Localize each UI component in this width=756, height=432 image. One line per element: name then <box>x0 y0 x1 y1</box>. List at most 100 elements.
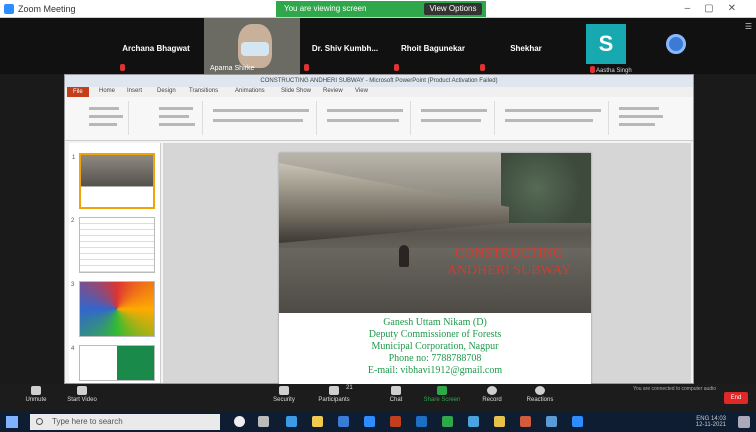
participant-count: 21 <box>346 385 353 391</box>
editing-group[interactable] <box>613 101 687 135</box>
mail-icon[interactable] <box>468 416 479 427</box>
participant-tile[interactable]: Dr. Shiv Kumbh... <box>300 18 390 74</box>
record-label: Record <box>482 397 502 403</box>
zoom-taskbar-icon[interactable] <box>364 416 375 427</box>
unmute-label: Unmute <box>25 397 47 403</box>
end-meeting-button[interactable]: End <box>724 392 748 404</box>
unmute-button[interactable]: Unmute <box>14 386 58 410</box>
avatar: S <box>586 24 626 64</box>
slide-photo: CONSTRUCTING ANDHERI SUBWAY <box>279 153 591 313</box>
participant-avatar-tile[interactable]: S Aastha Singh <box>576 18 640 74</box>
reactions-label: Reactions <box>526 397 554 403</box>
participant-video-tile[interactable]: Aparna Shirke <box>204 18 300 74</box>
thumbnail-number: 1 <box>72 155 76 161</box>
tab-home[interactable]: Home <box>99 88 115 94</box>
view-options-button[interactable]: View Options <box>424 3 482 15</box>
app-icon[interactable] <box>546 416 557 427</box>
clipboard-group[interactable] <box>69 101 129 135</box>
slide-thumbnail[interactable]: 3 <box>71 281 155 337</box>
info-line: Ganesh Uttam Nikam (D) <box>383 317 487 328</box>
powerpoint-icon[interactable] <box>390 416 401 427</box>
tab-transitions[interactable]: Transitions <box>189 88 218 94</box>
info-line: E-mail: vibhavi1912@gmail.com <box>367 365 503 376</box>
app-icon[interactable] <box>520 416 531 427</box>
participant-tile[interactable]: Rhoit Bagunekar <box>390 18 476 74</box>
share-screen-label: Share Screen <box>423 397 461 403</box>
muted-mic-icon <box>590 66 595 73</box>
arrange-group[interactable] <box>499 101 609 135</box>
tab-animations[interactable]: Animations <box>235 88 265 94</box>
slide-thumbnail[interactable]: 1 <box>72 153 155 209</box>
audio-status-note: You are connected to computer audio <box>633 386 716 392</box>
file-explorer-icon[interactable] <box>312 416 323 427</box>
shield-icon <box>279 386 289 395</box>
excel-icon[interactable] <box>442 416 453 427</box>
participant-tile[interactable] <box>650 18 706 74</box>
drawing-group[interactable] <box>415 101 495 135</box>
tab-slide-show[interactable]: Slide Show <box>281 88 311 94</box>
muted-mic-icon <box>304 64 309 71</box>
zoom-toolbar: Unmute Start Video Security Participants… <box>0 384 756 412</box>
participants-icon <box>329 386 339 395</box>
participant-name: Archana Bhagwat <box>122 44 190 53</box>
paragraph-group[interactable] <box>321 101 411 135</box>
store-icon[interactable] <box>338 416 349 427</box>
task-view-icon[interactable] <box>258 416 269 427</box>
zoom-app-icon <box>4 4 14 14</box>
participant-tile[interactable]: Shekhar <box>476 18 576 74</box>
window-controls[interactable]: –▢✕ <box>685 3 750 14</box>
notification-icon[interactable] <box>738 416 750 428</box>
slides-group[interactable] <box>133 101 203 135</box>
tab-insert[interactable]: Insert <box>127 88 142 94</box>
window-title: Zoom Meeting <box>18 4 76 14</box>
chat-label: Chat <box>389 397 403 403</box>
record-icon <box>487 386 497 395</box>
windows-start-icon[interactable] <box>6 416 18 428</box>
start-video-button[interactable]: Start Video <box>60 386 104 410</box>
face-mask <box>241 42 269 56</box>
thumbnail-number: 3 <box>71 282 75 288</box>
microphone-icon <box>31 386 41 395</box>
participant-name: Rhoit Bagunekar <box>400 44 465 53</box>
reactions-icon <box>535 386 545 395</box>
start-video-label: Start Video <box>67 397 97 403</box>
font-group[interactable] <box>207 101 317 135</box>
ppt-ribbon-tabs: File Home Insert Design Transitions Anim… <box>65 87 693 97</box>
strip-menu-icon[interactable]: ☰ <box>745 22 752 31</box>
cortana-icon[interactable] <box>234 416 245 427</box>
ppt-ribbon <box>65 97 693 141</box>
slide-thumbnail[interactable]: 2 <box>71 217 155 273</box>
taskbar-search-input[interactable]: Type here to search <box>30 414 220 430</box>
slides-thumbnail-pane: 1 2 3 4 <box>69 143 161 383</box>
thumbnail-number: 4 <box>71 346 75 352</box>
tab-file[interactable]: File <box>67 87 89 97</box>
word-icon[interactable] <box>416 416 427 427</box>
chat-icon <box>391 386 401 395</box>
muted-mic-icon <box>394 64 399 71</box>
tab-view[interactable]: View <box>355 88 368 94</box>
record-button[interactable]: Record <box>470 386 514 410</box>
security-button[interactable]: Security <box>262 386 306 410</box>
chat-button[interactable]: Chat <box>374 386 418 410</box>
share-screen-icon <box>437 386 447 395</box>
current-slide[interactable]: CONSTRUCTING ANDHERI SUBWAY Ganesh Uttam… <box>279 153 591 385</box>
slide-thumbnail[interactable]: 4 <box>71 345 155 381</box>
info-line: Phone no: 7788788708 <box>388 353 482 364</box>
zoom-titlebar: Zoom Meeting You are viewing screen View… <box>0 0 756 18</box>
slide-title: CONSTRUCTING ANDHERI SUBWAY <box>446 246 572 278</box>
reactions-button[interactable]: Reactions <box>518 386 562 410</box>
participant-name: Dr. Shiv Kumbh... <box>311 44 379 53</box>
tab-design[interactable]: Design <box>157 88 176 94</box>
edge-icon[interactable] <box>286 416 297 427</box>
photos-icon[interactable] <box>494 416 505 427</box>
search-placeholder: Type here to search <box>52 417 123 426</box>
tab-review[interactable]: Review <box>323 88 343 94</box>
app-icon[interactable] <box>572 416 583 427</box>
system-tray[interactable]: ENG 14:03 12-11-2021 <box>696 416 726 428</box>
share-screen-button[interactable]: Share Screen <box>420 386 464 410</box>
participant-name: Shekhar <box>510 44 542 53</box>
participant-tile[interactable]: Archana Bhagwat <box>116 18 196 74</box>
muted-mic-icon <box>120 64 125 71</box>
participant-video-label: Aparna Shirke <box>210 65 255 72</box>
avatar-icon <box>666 34 686 54</box>
